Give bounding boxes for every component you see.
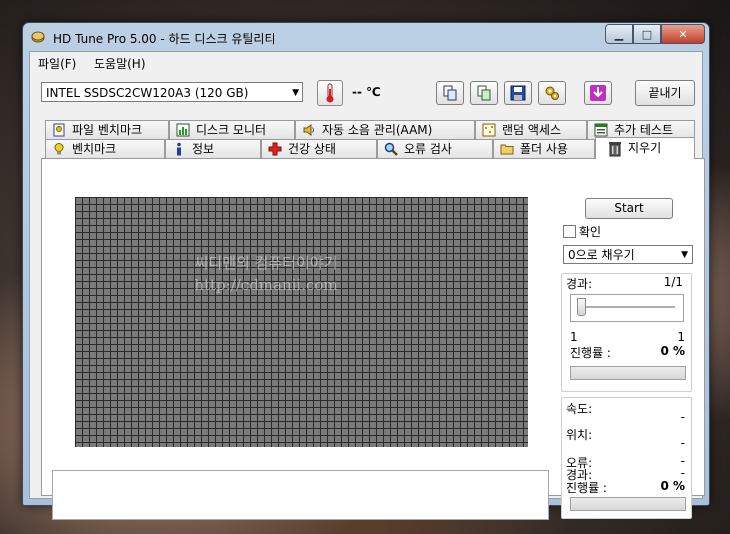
- slider-max-label: 1: [677, 330, 685, 344]
- download-button[interactable]: [584, 81, 612, 105]
- copy-screen-button[interactable]: [470, 81, 498, 105]
- watermark: 씨디맨의 컴퓨터이야기 http://cdmanii.com: [161, 252, 371, 296]
- fill-method-value: 0으로 채우기: [568, 248, 635, 262]
- tab-info[interactable]: 정보: [165, 139, 261, 158]
- start-button[interactable]: Start: [585, 198, 673, 219]
- menu-help[interactable]: 도움말(H): [94, 55, 146, 72]
- maximize-button[interactable]: □: [633, 24, 661, 44]
- hdtune-app-icon: [31, 31, 45, 43]
- folder-icon: [500, 144, 514, 155]
- pass-label: 경과:: [566, 277, 593, 291]
- pass-slider[interactable]: [570, 294, 684, 322]
- speed-value: -: [680, 410, 685, 424]
- tab-erase[interactable]: 지우기: [595, 137, 695, 159]
- extra-tests-icon: [594, 123, 608, 137]
- tab-benchmark[interactable]: 벤치마크: [45, 139, 165, 158]
- tab-label: 랜덤 액세스: [502, 122, 562, 137]
- info-icon: [177, 142, 181, 156]
- stats-progress-value: 0 %: [660, 479, 685, 493]
- tab-error-scan[interactable]: 오류 검사: [377, 139, 493, 158]
- close-icon: ✕: [678, 27, 688, 41]
- erase-block-grid: [75, 197, 528, 447]
- close-button[interactable]: ✕: [661, 24, 705, 44]
- drive-select[interactable]: INTEL SSDSC2CW120A3 (120 GB) ▼: [41, 82, 303, 102]
- position-value: -: [680, 436, 685, 450]
- minimize-icon: ▁: [614, 27, 624, 41]
- stats-progress-label: 진행률 :: [566, 481, 607, 495]
- gear-icon: [545, 86, 559, 100]
- watermark-line1: 씨디맨의 컴퓨터이야기: [194, 254, 338, 272]
- temperature-readout: -- ℃: [352, 85, 381, 99]
- slider-track: [577, 306, 675, 309]
- pass-value: 1/1: [663, 275, 683, 289]
- tab-label: 자동 소음 관리(AAM): [322, 122, 433, 137]
- minimize-button[interactable]: ▁: [605, 24, 633, 44]
- pass-group: 경과: 1/1 1 1 진행률 : 0 %: [561, 273, 692, 392]
- tab-health[interactable]: 건강 상태: [261, 139, 377, 158]
- chevron-down-icon: ▼: [681, 250, 688, 260]
- watermark-line2: http://cdmanii.com: [194, 276, 338, 294]
- speed-label: 속도:: [566, 402, 593, 416]
- copy-icon: [443, 85, 457, 101]
- position-label: 위치:: [566, 428, 593, 442]
- tab-file-benchmark[interactable]: 파일 벤치마크: [45, 120, 169, 139]
- lightbulb-icon: [54, 143, 64, 155]
- erase-progress-bar: [570, 366, 686, 380]
- tab-label: 폴더 사용: [520, 141, 568, 156]
- copy-info-button[interactable]: [436, 81, 464, 105]
- floppy-disk-icon: [510, 85, 526, 101]
- tab-random-access[interactable]: 랜덤 액세스: [475, 120, 587, 139]
- drive-select-value: INTEL SSDSC2CW120A3 (120 GB): [46, 86, 249, 100]
- magnifier-icon: [384, 142, 398, 156]
- menu-file[interactable]: 파일(F): [38, 55, 76, 72]
- chevron-down-icon: ▼: [292, 88, 299, 98]
- toolbar: INTEL SSDSC2CW120A3 (120 GB) ▼ -- ℃ 끝내기: [30, 72, 702, 108]
- speaker-icon: [303, 124, 314, 136]
- elapsed-value: -: [680, 466, 685, 480]
- health-cross-icon: [268, 142, 282, 156]
- tab-label: 건강 상태: [288, 141, 336, 156]
- download-arrow-icon: [590, 85, 606, 101]
- thermometer-icon: [326, 83, 334, 103]
- confirm-checkbox[interactable]: [563, 225, 576, 238]
- erase-progress-label: 진행률 :: [570, 346, 611, 360]
- tab-label: 지우기: [628, 141, 662, 155]
- tab-label: 파일 벤치마크: [72, 122, 143, 137]
- copy-screenshot-icon: [477, 85, 491, 101]
- random-access-icon: [482, 123, 496, 137]
- stats-group: 속도: - 위치: - 오류: - 경과: - 진행률 : 0 %: [561, 397, 692, 519]
- title-bar[interactable]: HD Tune Pro 5.00 - 하드 디스크 유틸리티 ▁ □ ✕: [23, 23, 709, 51]
- window-title: HD Tune Pro 5.00 - 하드 디스크 유틸리티: [53, 32, 276, 46]
- maximize-icon: □: [641, 27, 653, 41]
- slider-thumb[interactable]: [577, 298, 586, 316]
- menu-bar: 파일(F) 도움말(H): [30, 52, 702, 72]
- tab-row-bottom: 벤치마크 정보 건강 상태 오류 검사 폴더 사용 지우기: [41, 137, 703, 159]
- tab-aam[interactable]: 자동 소음 관리(AAM): [295, 120, 475, 139]
- erase-progress-value: 0 %: [660, 344, 685, 358]
- temperature-button[interactable]: [317, 80, 343, 106]
- stats-progress-bar: [570, 497, 686, 511]
- save-button[interactable]: [504, 81, 532, 105]
- exit-button[interactable]: 끝내기: [635, 80, 695, 106]
- tab-label: 디스크 모니터: [196, 122, 267, 137]
- tab-label: 정보: [192, 141, 215, 156]
- log-area: [52, 470, 549, 520]
- file-benchmark-icon: [53, 123, 65, 137]
- slider-min-label: 1: [570, 330, 578, 344]
- fill-method-select[interactable]: 0으로 채우기 ▼: [563, 245, 693, 264]
- trash-can-icon: [609, 141, 621, 156]
- caption-buttons: ▁ □ ✕: [605, 24, 705, 44]
- tab-folder-usage[interactable]: 폴더 사용: [493, 139, 595, 158]
- options-button[interactable]: [538, 81, 566, 105]
- tab-disk-monitor[interactable]: 디스크 모니터: [169, 120, 295, 139]
- bar-chart-icon: [176, 123, 190, 137]
- erase-panel: Start 확인 0으로 채우기 ▼ 경과: 1/1 1 1 진행률 : 0 %: [41, 158, 705, 520]
- tab-label: 오류 검사: [404, 141, 452, 156]
- tab-label: 벤치마크: [72, 141, 117, 156]
- confirm-checkbox-label: 확인: [579, 225, 602, 239]
